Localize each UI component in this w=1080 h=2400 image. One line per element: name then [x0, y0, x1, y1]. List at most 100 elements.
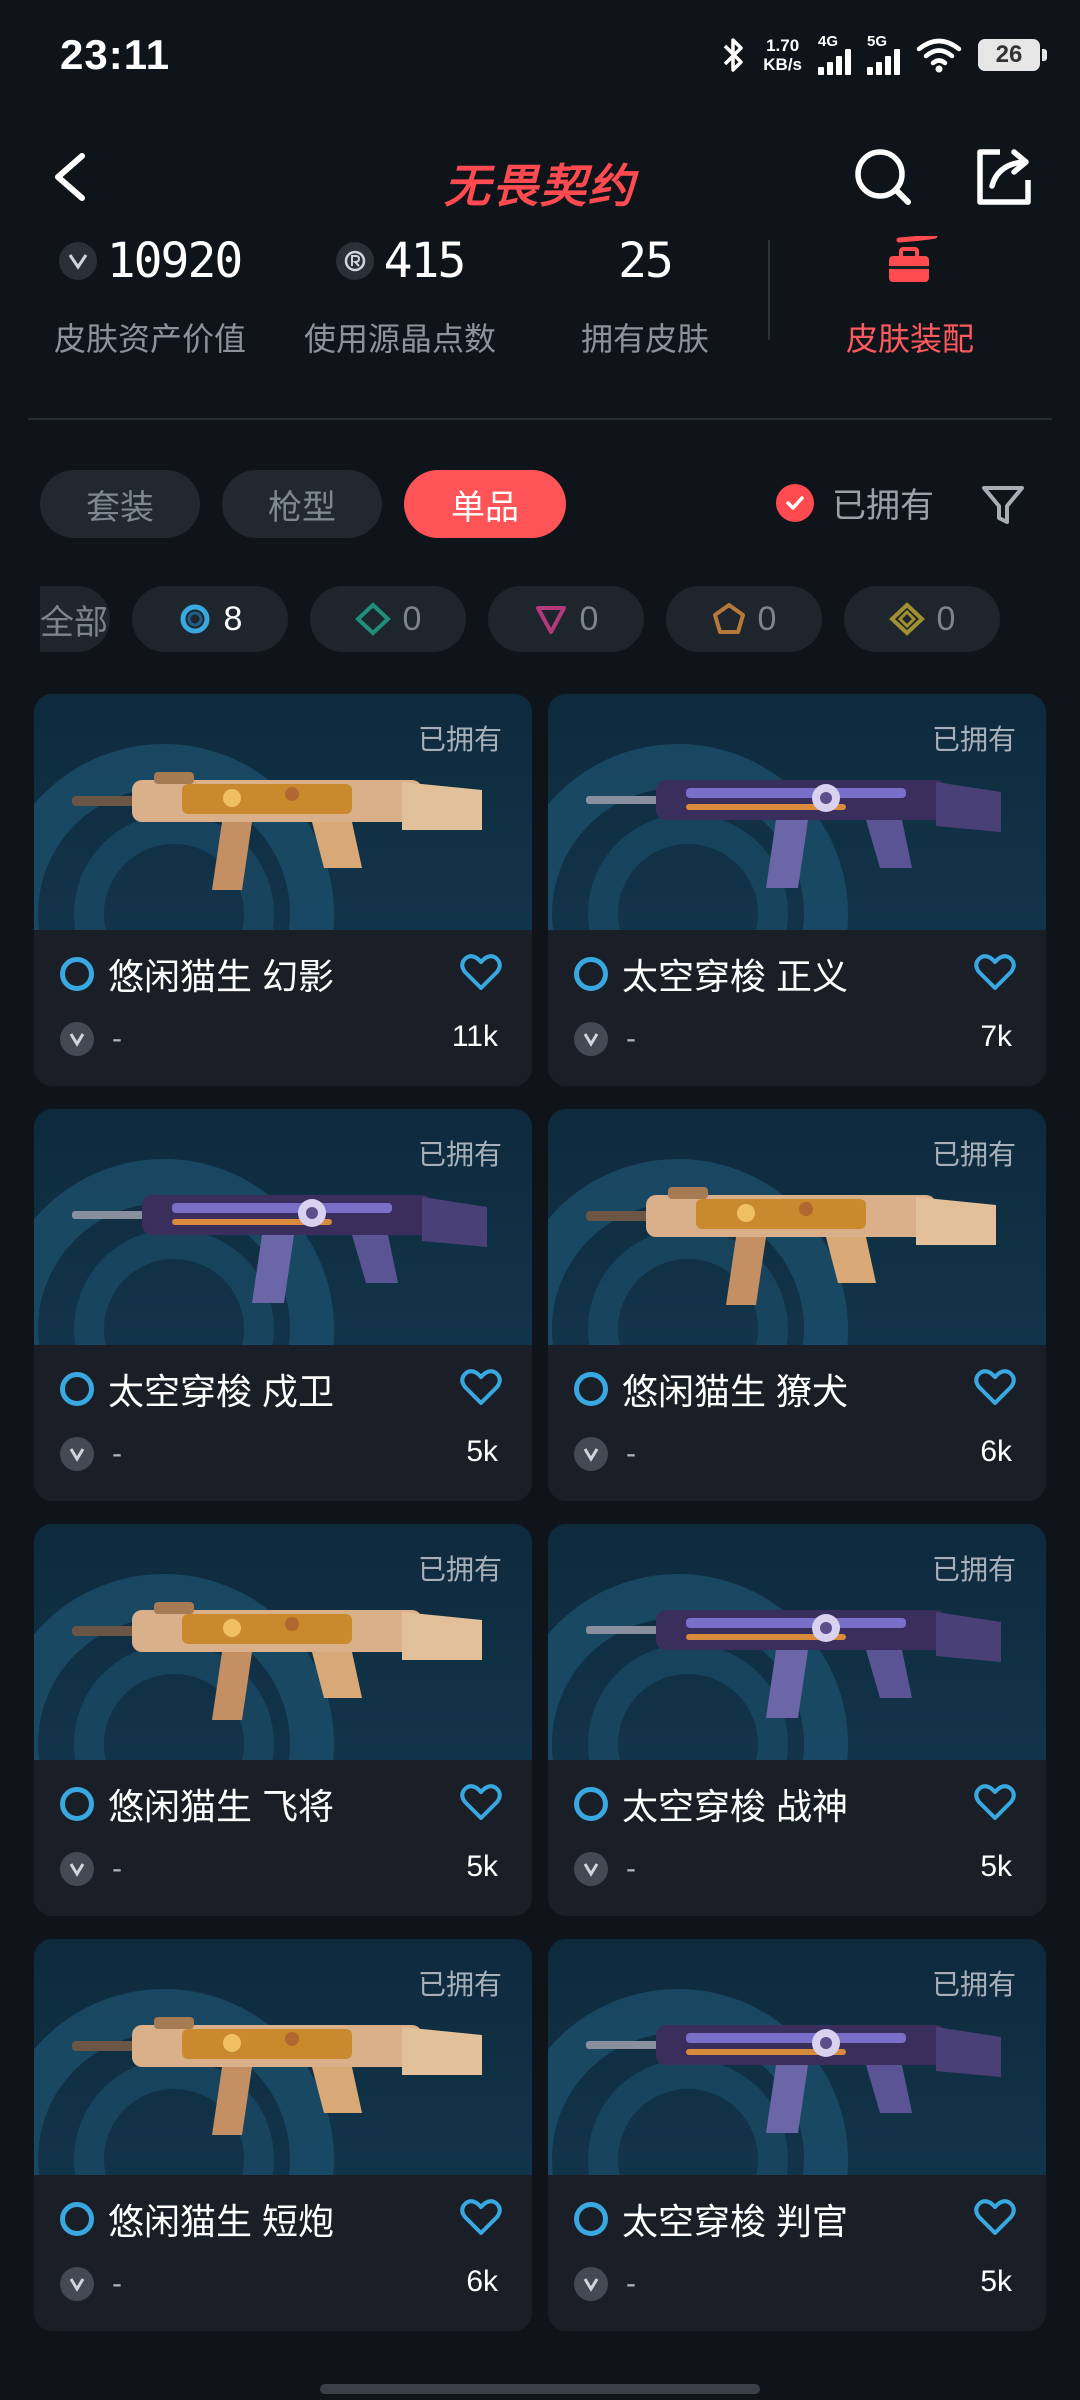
skin-price: - — [112, 1852, 122, 1885]
back-arrow-icon[interactable] — [40, 142, 110, 212]
chip-premium-count: 0 — [579, 599, 599, 638]
select-tier-icon — [60, 2202, 94, 2236]
owned-tag: 已拥有 — [417, 1554, 502, 1585]
tab-single-item[interactable]: 单品 — [404, 470, 566, 538]
heart-icon[interactable] — [460, 1784, 502, 1822]
skin-name: 悠闲猫生 短炮 — [108, 2201, 335, 2242]
skin-name: 太空穿梭 戍卫 — [108, 1371, 335, 1412]
skin-price-row: - — [60, 1437, 122, 1471]
weapon-image — [62, 1580, 502, 1730]
skin-price-row: - — [60, 1852, 122, 1886]
skins-owned-stat: 25 拥有皮肤 — [560, 230, 730, 360]
search-icon[interactable] — [848, 142, 918, 212]
briefcase-icon — [889, 236, 938, 282]
loadout-label: 皮肤装配 — [845, 321, 974, 357]
skin-card[interactable]: 已拥有 太空穿梭 战神 - 5k — [548, 1524, 1046, 1916]
chip-select-tier[interactable]: 8 — [132, 586, 288, 652]
owned-filter-label: 已拥有 — [832, 487, 934, 525]
skin-card[interactable]: 已拥有 悠闲猫生 獠犬 - 6k — [548, 1109, 1046, 1501]
skin-card[interactable]: 已拥有 悠闲猫生 幻影 - 11k — [34, 694, 532, 1086]
loadout-button[interactable]: 皮肤装配 — [800, 230, 1020, 360]
select-tier-icon — [60, 957, 94, 991]
skin-price: - — [626, 2267, 636, 2300]
status-icons: 1.70 KB/s 4G 5G 26 — [721, 33, 1047, 75]
home-indicator[interactable] — [320, 2384, 760, 2394]
skin-name-row: 悠闲猫生 短炮 — [60, 2193, 334, 2245]
skin-price: - — [626, 1437, 636, 1470]
select-tier-icon — [574, 1787, 608, 1821]
like-count: 5k — [980, 2265, 1012, 2298]
network-speed-unit: KB/s — [763, 55, 802, 74]
heart-icon[interactable] — [460, 1369, 502, 1407]
heart-icon[interactable] — [460, 954, 502, 992]
weapon-image — [576, 1580, 1016, 1730]
owned-filter-toggle[interactable]: 已拥有 — [776, 478, 934, 527]
skin-price: - — [626, 1022, 636, 1055]
app-header: 无畏契约 — [0, 120, 1080, 240]
valorant-point-icon — [58, 242, 97, 280]
radianite-icon — [335, 242, 374, 280]
stats-panel: 10920 皮肤资产价值 415 使用源晶点数 25 拥有皮肤 皮肤装配 — [0, 230, 1080, 380]
skin-name: 悠闲猫生 飞将 — [108, 1786, 335, 1827]
sim2-type: 5G — [867, 33, 888, 50]
skin-name: 悠闲猫生 幻影 — [108, 956, 335, 997]
skin-card[interactable]: 已拥有 太空穿梭 正义 - 7k — [548, 694, 1046, 1086]
tab-weapon-type[interactable]: 枪型 — [222, 470, 382, 538]
select-tier-icon — [574, 957, 608, 991]
chip-ultra-tier[interactable]: 0 — [844, 586, 1000, 652]
stats-divider — [768, 240, 770, 340]
heart-icon[interactable] — [974, 1369, 1016, 1407]
skin-card[interactable]: 已拥有 太空穿梭 戍卫 - 5k — [34, 1109, 532, 1501]
heart-icon[interactable] — [974, 954, 1016, 992]
skin-image: 已拥有 — [34, 1109, 532, 1345]
skins-owned-label: 拥有皮肤 — [580, 321, 709, 357]
tab-bundle[interactable]: 套装 — [40, 470, 200, 538]
heart-icon[interactable] — [974, 2199, 1016, 2237]
checkmark-icon — [776, 483, 814, 522]
skin-price: - — [112, 1022, 122, 1055]
chip-all-label: 全部 — [40, 603, 108, 642]
skin-card[interactable]: 已拥有 悠闲猫生 短炮 - 6k — [34, 1939, 532, 2331]
chip-ultra-count: 0 — [936, 599, 956, 638]
skin-price: - — [626, 1852, 636, 1885]
valorant-point-icon — [574, 1437, 608, 1471]
share-icon[interactable] — [968, 142, 1038, 212]
chip-all[interactable]: 全部 — [40, 586, 110, 652]
weapon-image — [62, 750, 502, 900]
status-bar: 23:11 1.70 KB/s 4G 5G 26 — [0, 0, 1080, 110]
signal-sim2-icon: 5G — [867, 33, 900, 75]
wifi-icon — [916, 38, 962, 73]
skin-price: - — [112, 1437, 122, 1470]
heart-icon[interactable] — [974, 1784, 1016, 1822]
skin-name-row: 悠闲猫生 飞将 — [60, 1778, 334, 1830]
skin-image: 已拥有 — [548, 1939, 1046, 2175]
skin-image: 已拥有 — [34, 1524, 532, 1760]
deluxe-tier-icon — [354, 602, 391, 636]
chip-deluxe-tier[interactable]: 0 — [310, 586, 466, 652]
tier-filter-chips: 全部 8 0 0 0 0 — [40, 586, 1040, 656]
owned-tag: 已拥有 — [931, 724, 1016, 755]
premium-tier-icon — [535, 606, 566, 634]
heart-icon[interactable] — [460, 2199, 502, 2237]
skin-image: 已拥有 — [548, 1109, 1046, 1345]
chip-exclusive-tier[interactable]: 0 — [666, 586, 822, 652]
skin-card[interactable]: 已拥有 悠闲猫生 飞将 - 5k — [34, 1524, 532, 1916]
select-tier-icon — [60, 1372, 94, 1406]
asset-value: 10920 — [106, 233, 243, 289]
section-divider — [28, 418, 1052, 420]
weapon-image — [62, 1995, 502, 2145]
skin-name-row: 太空穿梭 战神 — [574, 1778, 848, 1830]
page-title: 无畏契约 — [444, 160, 636, 212]
network-speed: 1.70 KB/s — [763, 36, 802, 74]
skin-image: 已拥有 — [34, 1939, 532, 2175]
like-count: 6k — [466, 2265, 498, 2298]
skins-owned-value: 25 — [618, 233, 674, 289]
skin-card[interactable]: 已拥有 太空穿梭 判官 - 5k — [548, 1939, 1046, 2331]
filter-icon[interactable] — [978, 480, 1028, 530]
skin-name-row: 太空穿梭 正义 — [574, 948, 848, 1000]
skin-price-row: - — [574, 2267, 636, 2301]
skin-name-row: 太空穿梭 判官 — [574, 2193, 848, 2245]
skin-price: - — [112, 2267, 122, 2300]
chip-premium-tier[interactable]: 0 — [488, 586, 644, 652]
skin-name-row: 太空穿梭 戍卫 — [60, 1363, 334, 1415]
